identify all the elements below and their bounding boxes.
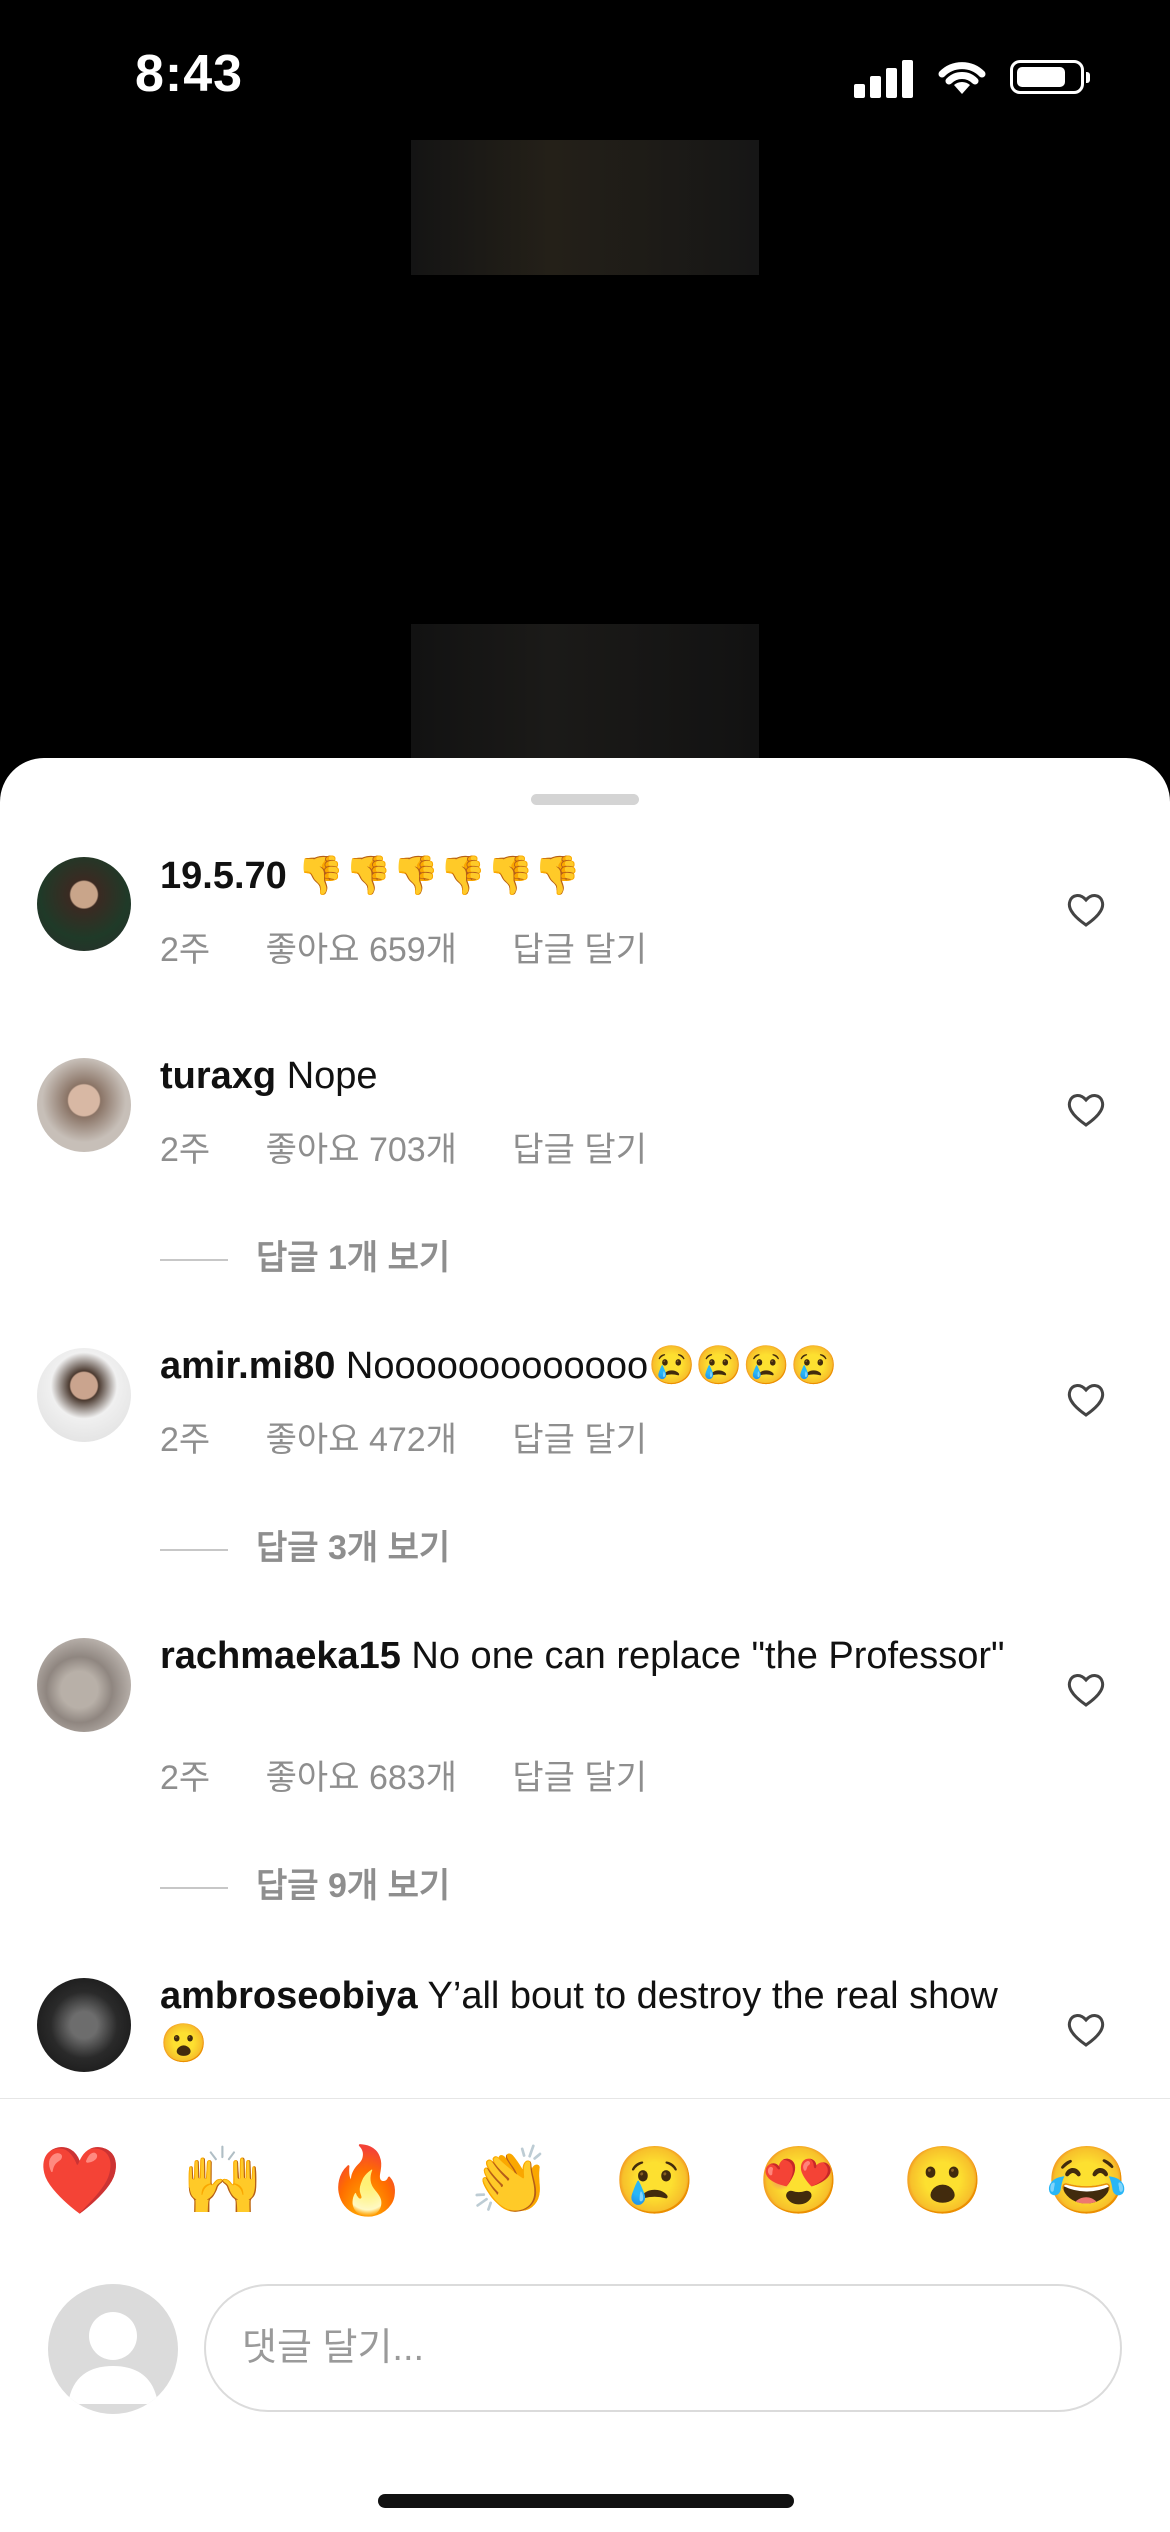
avatar[interactable] (37, 1058, 131, 1152)
battery-icon (1010, 60, 1090, 94)
emoji-fire-button[interactable]: 🔥 (322, 2143, 412, 2217)
reply-button[interactable]: 답글 달기 (512, 1131, 647, 1169)
comments-sheet: 19.5.70 👎👎👎👎👎👎 2주 좋아요 659개 답글 달기 turaxg … (0, 758, 1170, 2532)
emoji-surprised-button[interactable]: 😮 (898, 2143, 988, 2217)
reply-button[interactable]: 답글 달기 (512, 1421, 647, 1459)
view-replies-button[interactable]: 답글 3개 보기 (160, 1520, 450, 1569)
heart-icon[interactable] (1066, 2012, 1106, 2048)
emoji-heart-button[interactable]: ❤️ (35, 2143, 125, 2217)
video-thumbnail (411, 140, 759, 275)
avatar[interactable] (37, 1978, 131, 2072)
reply-button[interactable]: 답글 달기 (512, 1759, 647, 1797)
comment-composer (0, 2270, 1170, 2414)
comment-likes[interactable]: 좋아요 472개 (266, 1421, 457, 1459)
heart-icon[interactable] (1066, 892, 1106, 928)
view-replies-button[interactable]: 답글 1개 보기 (160, 1230, 450, 1279)
status-time: 8:43 (135, 45, 244, 103)
comment-time: 2주 (160, 1759, 211, 1797)
comment-username[interactable]: amir.mi80 (160, 1345, 335, 1387)
home-indicator (378, 2494, 794, 2508)
comment-time: 2주 (160, 1131, 211, 1169)
comment-text: amir.mi80 Nooooooooooooo😢😢😢😢 (160, 1345, 838, 1387)
comment-text: rachmaeka15 No one can replace "the Prof… (160, 1635, 1005, 1677)
heart-icon[interactable] (1066, 1672, 1106, 1708)
emoji-raised-hands-button[interactable]: 🙌 (178, 2143, 268, 2217)
comment-username[interactable]: turaxg (160, 1055, 276, 1097)
view-replies-button[interactable]: 답글 9개 보기 (160, 1858, 450, 1907)
status-bar: 8:43 (0, 0, 1170, 150)
avatar[interactable] (37, 857, 131, 951)
emoji-crying-button[interactable]: 😢 (610, 2143, 700, 2217)
comment-username[interactable]: rachmaeka15 (160, 1635, 401, 1677)
avatar (48, 2284, 178, 2414)
quick-emoji-bar: ❤️ 🙌 🔥 👏 😢 😍 😮 😂 (0, 2098, 1170, 2217)
comment-time: 2주 (160, 931, 211, 969)
comment-meta: 2주 좋아요 683개 답글 달기 (160, 1750, 693, 1799)
cellular-signal-icon (854, 58, 914, 98)
comment-likes[interactable]: 좋아요 683개 (266, 1759, 457, 1797)
emoji-laughing-button[interactable]: 😂 (1042, 2143, 1132, 2217)
comment-meta: 2주 좋아요 472개 답글 달기 (160, 1412, 693, 1461)
comment-text: 19.5.70 👎👎👎👎👎👎 (160, 855, 582, 897)
comment-likes[interactable]: 좋아요 703개 (266, 1131, 457, 1169)
comment-meta: 2주 좋아요 703개 답글 달기 (160, 1122, 693, 1171)
comment-likes[interactable]: 좋아요 659개 (266, 931, 457, 969)
emoji-heart-eyes-button[interactable]: 😍 (754, 2143, 844, 2217)
avatar[interactable] (37, 1638, 131, 1732)
video-thumbnail (411, 624, 759, 759)
drag-handle[interactable] (531, 794, 639, 805)
comment-text: turaxg Nope (160, 1055, 378, 1097)
comment-text: ambroseobiya Y’all bout to destroy the r… (160, 1975, 998, 2065)
heart-icon[interactable] (1066, 1092, 1106, 1128)
reply-button[interactable]: 답글 달기 (512, 931, 647, 969)
emoji-clap-button[interactable]: 👏 (466, 2143, 556, 2217)
comment-username[interactable]: ambroseobiya (160, 1975, 418, 2017)
comment-meta: 2주 좋아요 659개 답글 달기 (160, 922, 693, 971)
heart-icon[interactable] (1066, 1382, 1106, 1418)
user-placeholder-icon (68, 2312, 158, 2404)
comment-input[interactable] (204, 2284, 1122, 2412)
avatar[interactable] (37, 1348, 131, 1442)
wifi-icon (938, 62, 986, 94)
comment-time: 2주 (160, 1421, 211, 1459)
